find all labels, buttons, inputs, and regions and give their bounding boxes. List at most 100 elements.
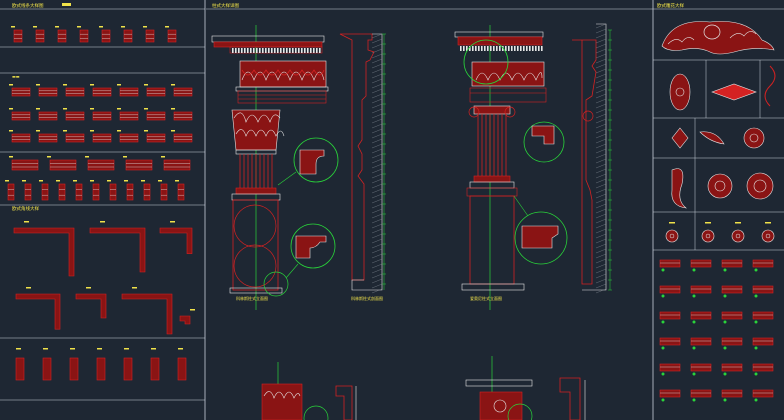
profile-label-mark [117,130,121,132]
dentil [487,46,489,51]
dentil [271,48,273,53]
profile-label-mark [144,108,148,110]
profile-label-mark [55,26,59,28]
profile-label-mark [171,108,175,110]
dentil [505,46,507,51]
dentil [241,48,243,53]
profile-label-mark [36,84,40,86]
cad-drawing-canvas[interactable]: 欧式线条大样图 ▬▬ 欧式角线大样 柱式大样详图 科林斯柱式立面图 科林斯柱式剖… [0,0,784,420]
dentil [496,46,498,51]
molding-profile [146,87,166,97]
molding-profile [177,357,187,381]
molding-group-label: ▬▬ [12,74,20,79]
dentil [277,48,279,53]
dentil [490,46,492,51]
molding-profile [87,159,115,171]
molding-profile [177,183,185,201]
dentil [481,46,483,51]
molding-profile [690,337,712,346]
dentil [259,48,261,53]
molding-profile [11,87,31,97]
molding-profile [119,111,139,121]
molding-profile [659,363,681,372]
profile-label-mark [85,156,89,158]
dentil [316,48,318,53]
profile-label-mark [39,180,43,182]
molding-profile [75,183,83,201]
dentil [283,48,285,53]
molding-profile [143,183,151,201]
dentil [295,48,297,53]
round-rosette-ornament [743,127,765,149]
left-panel-header: 欧式线条大样图 [12,2,44,9]
profile-label-mark [90,84,94,86]
profile-label-mark [47,156,51,158]
title-tag [62,3,71,6]
dentil [514,46,516,51]
molding-profile [145,29,155,43]
dentil [523,46,525,51]
dentil [265,48,267,53]
dentil [301,48,303,53]
dentil [520,46,522,51]
profile-label-mark [144,130,148,132]
profile-label-mark [11,26,15,28]
profile-label-mark [36,130,40,132]
dentil [274,48,276,53]
dentil [268,48,270,53]
molding-profile [752,285,774,294]
molding-profile [92,133,112,143]
molding-profile [101,29,111,43]
molding-profile [58,183,66,201]
molding-profile [11,159,39,171]
dentil [532,46,534,51]
dentil [262,48,264,53]
profile-label-mark [90,130,94,132]
dentil [307,48,309,53]
dentil [541,46,543,51]
molding-profile [659,259,681,268]
molding-profile [65,111,85,121]
profile-label-mark [121,26,125,28]
small-rosette [665,229,679,243]
profile-label-mark [123,156,127,158]
molding-profile [119,87,139,97]
profile-label-mark [22,180,26,182]
profile-label-mark [99,26,103,28]
dentil [250,48,252,53]
profile-label-mark [63,84,67,86]
dentil [517,46,519,51]
dentil [238,48,240,53]
molding-profile [96,357,106,381]
molding-profile [146,133,166,143]
dentil [292,48,294,53]
molding-profile [123,29,133,43]
profile-label-mark [171,130,175,132]
molding-profile [721,389,743,398]
molding-profile [35,29,45,43]
small-rosette [761,229,775,243]
column-base [235,187,277,195]
profile-label-mark [63,108,67,110]
cornice-section-header: 欧式角线大样 [12,205,39,212]
molding-profile [659,311,681,320]
molding-profile [690,389,712,398]
profile-label-mark [9,156,13,158]
molding-profile [721,363,743,372]
profile-label-mark [124,180,128,182]
molding-profile [24,183,32,201]
small-rosette [731,229,745,243]
profile-label-mark [141,180,145,182]
dentil [472,46,474,51]
molding-profile [721,311,743,320]
profile-label-mark [143,26,147,28]
molding-profile [752,337,774,346]
model-space-background [0,0,784,420]
dentil [478,46,480,51]
molding-profile [7,183,15,201]
molding-profile [92,183,100,201]
molding-profile [659,337,681,346]
molding-profile [752,311,774,320]
dentil [289,48,291,53]
dentil [529,46,531,51]
